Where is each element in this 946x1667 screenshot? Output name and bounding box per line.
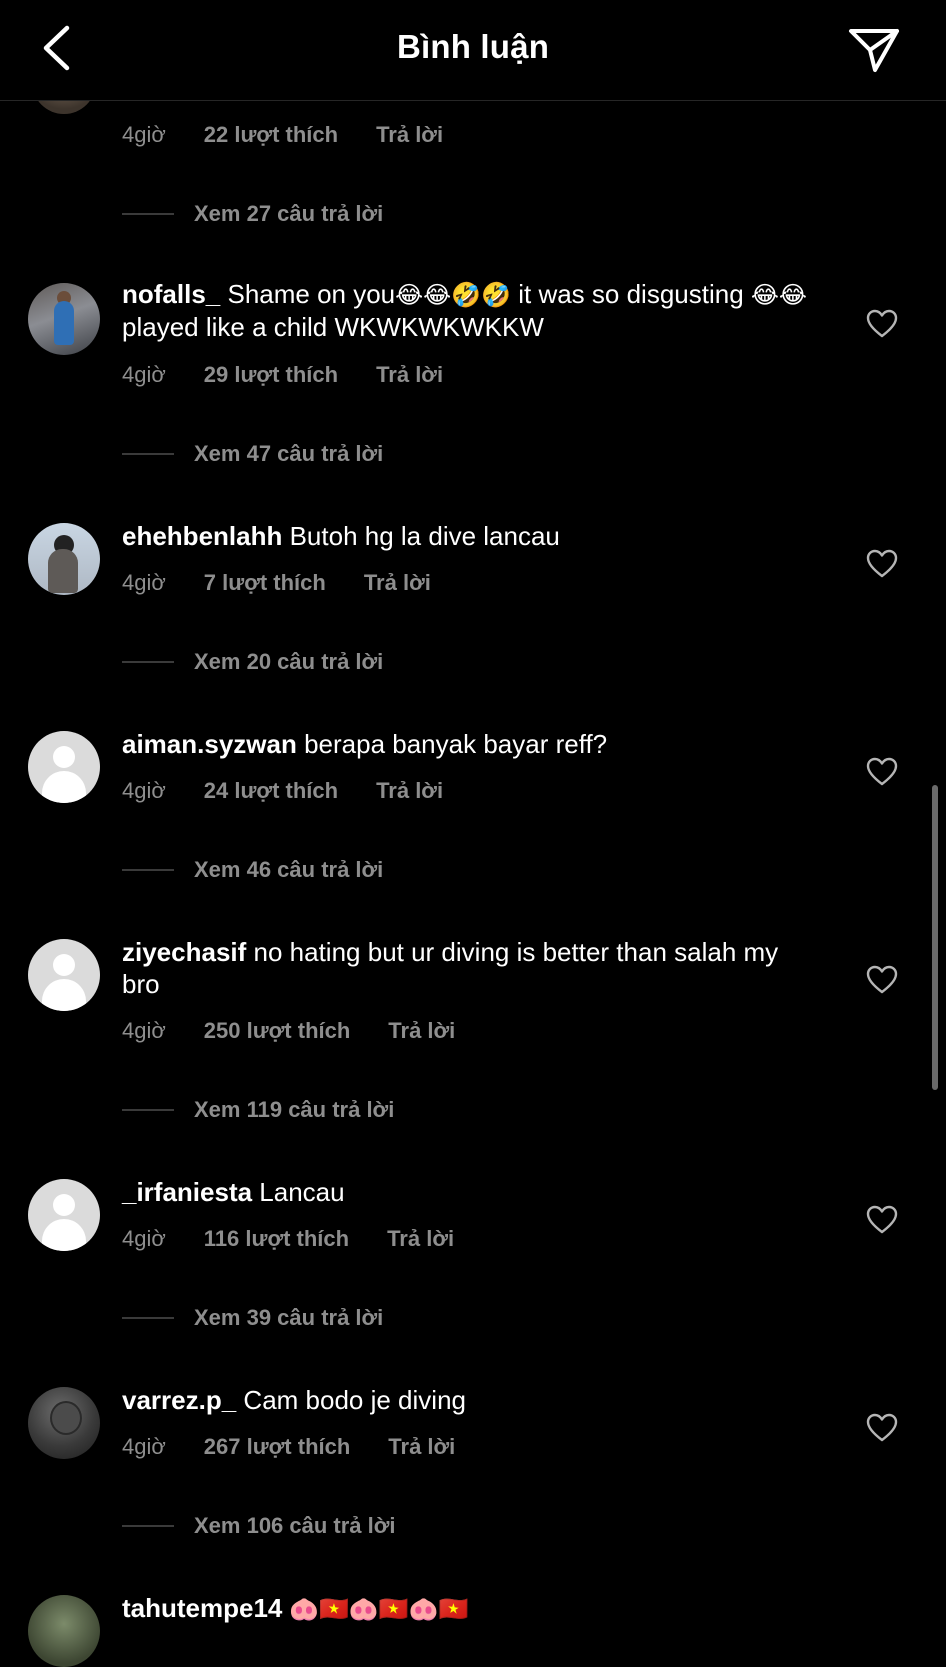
comment-time: 4giờ xyxy=(122,778,166,803)
view-replies-label: Xem 20 câu trả lời xyxy=(194,649,384,674)
emoji: 🐽🇻🇳🐽🇻🇳🐽🇻🇳 xyxy=(282,1596,469,1623)
heart-icon[interactable] xyxy=(866,965,898,995)
avatar[interactable] xyxy=(28,283,100,355)
avatar[interactable] xyxy=(28,1595,100,1667)
like-count[interactable]: 116 lượt thích xyxy=(204,1226,349,1252)
comment-time: 4giờ xyxy=(122,1434,166,1459)
username[interactable]: ziyechasif xyxy=(122,937,246,967)
comment-body: it was so disgusting xyxy=(511,279,751,309)
like-count[interactable]: 29 lượt thích xyxy=(204,362,338,388)
comment-meta: 4giờ 250 lượt thích Trả lời xyxy=(122,1018,455,1044)
divider-line xyxy=(122,869,174,871)
username[interactable]: nofalls_ xyxy=(122,279,220,309)
page-title: Bình luận xyxy=(396,28,550,65)
comment-meta: 4giờ 116 lượt thích Trả lời xyxy=(122,1226,454,1252)
reply-button[interactable]: Trả lời xyxy=(376,362,443,388)
divider-line xyxy=(122,661,174,663)
view-replies-label: Xem 47 câu trả lời xyxy=(194,441,384,466)
reply-button[interactable]: Trả lời xyxy=(388,1434,455,1460)
username[interactable]: ehehbenlahh xyxy=(122,521,282,551)
comment-body: played like a child WKWKWKWKKW xyxy=(122,312,544,342)
like-count[interactable]: 250 lượt thích xyxy=(204,1018,351,1044)
like-count[interactable]: 22 lượt thích xyxy=(204,122,338,148)
reply-button[interactable]: Trả lời xyxy=(388,1018,455,1044)
view-replies-label: Xem 119 câu trả lời xyxy=(194,1097,395,1122)
avatar[interactable] xyxy=(28,1387,100,1459)
emoji: 😂😂 xyxy=(750,281,807,309)
comment-body: berapa banyak bayar reff? xyxy=(296,729,608,759)
heart-icon[interactable] xyxy=(866,1205,898,1235)
comment-meta: 4giờ 7 lượt thích Trả lời xyxy=(122,570,431,596)
username[interactable]: varrez.p_ xyxy=(122,1385,236,1415)
comment-text: ehehbenlahh Butoh hg la dive lancau xyxy=(122,520,812,552)
comment-text: tahutempe14 🐽🇻🇳🐽🇻🇳🐽🇻🇳 xyxy=(122,1592,812,1626)
comment-time: 4giờ xyxy=(122,1018,166,1043)
comment-body: Lancau xyxy=(252,1177,345,1207)
divider-line xyxy=(122,1525,174,1527)
reply-button[interactable]: Trả lời xyxy=(376,122,443,148)
reply-button[interactable]: Trả lời xyxy=(387,1226,454,1252)
view-replies-button[interactable]: Xem 46 câu trả lời xyxy=(122,857,383,883)
default-avatar-icon[interactable] xyxy=(28,731,100,803)
view-replies-button[interactable]: Xem 119 câu trả lời xyxy=(122,1097,394,1123)
divider-line xyxy=(122,1317,174,1319)
comment-meta: 4giờ 267 lượt thích Trả lời xyxy=(122,1434,455,1460)
comment-time: 4giờ xyxy=(122,570,166,595)
view-replies-button[interactable]: Xem 47 câu trả lời xyxy=(122,441,383,467)
heart-icon[interactable] xyxy=(866,549,898,579)
comment-body: Cam bodo je diving xyxy=(236,1385,466,1415)
comment-text: nofalls_ Shame on you😂😂🤣🤣 it was so disg… xyxy=(122,278,812,343)
view-replies-label: Xem 106 câu trả lời xyxy=(194,1513,396,1538)
view-replies-button[interactable]: Xem 39 câu trả lời xyxy=(122,1305,383,1331)
username[interactable]: tahutempe14 xyxy=(122,1593,282,1623)
heart-icon[interactable] xyxy=(866,309,898,339)
comment-body: Butoh hg la dive lancau xyxy=(282,521,560,551)
comment-meta: 4giờ 29 lượt thích Trả lời xyxy=(122,362,443,388)
avatar[interactable] xyxy=(28,523,100,595)
view-replies-label: Xem 27 câu trả lời xyxy=(194,201,384,226)
view-replies-button[interactable]: Xem 106 câu trả lời xyxy=(122,1513,396,1539)
comment-meta: 4giờ 24 lượt thích Trả lời xyxy=(122,778,443,804)
like-count[interactable]: 7 lượt thích xyxy=(204,570,326,596)
view-replies-button[interactable]: Xem 27 câu trả lời xyxy=(122,201,383,227)
reply-button[interactable]: Trả lời xyxy=(364,570,431,596)
comment-body: Shame on you xyxy=(220,279,396,309)
comment-meta: 4giờ 22 lượt thích Trả lời xyxy=(122,122,443,148)
view-replies-button[interactable]: Xem 20 câu trả lời xyxy=(122,649,383,675)
view-replies-label: Xem 39 câu trả lời xyxy=(194,1305,384,1330)
default-avatar-icon[interactable] xyxy=(28,1179,100,1251)
comment-time: 4giờ xyxy=(122,122,166,147)
reply-button[interactable]: Trả lời xyxy=(376,778,443,804)
comment-time: 4giờ xyxy=(122,362,166,387)
comment-text: _irfaniesta Lancau xyxy=(122,1176,812,1208)
comment-text: aiman.syzwan berapa banyak bayar reff? xyxy=(122,728,812,760)
heart-icon[interactable] xyxy=(866,1413,898,1443)
divider-line xyxy=(122,453,174,455)
scrollbar[interactable] xyxy=(932,785,938,1090)
view-replies-label: Xem 46 câu trả lời xyxy=(194,857,384,882)
paper-plane-icon xyxy=(849,29,899,72)
heart-icon[interactable] xyxy=(866,757,898,787)
header: Bình luận xyxy=(0,0,946,101)
like-count[interactable]: 24 lượt thích xyxy=(204,778,338,804)
share-button[interactable] xyxy=(846,22,902,78)
divider-line xyxy=(122,213,174,215)
comment-time: 4giờ xyxy=(122,1226,166,1251)
username[interactable]: _irfaniesta xyxy=(122,1177,252,1207)
comment-text: varrez.p_ Cam bodo je diving xyxy=(122,1384,812,1416)
divider-line xyxy=(122,1109,174,1111)
username[interactable]: aiman.syzwan xyxy=(122,729,297,759)
like-count[interactable]: 267 lượt thích xyxy=(204,1434,351,1460)
emoji: 😂😂🤣🤣 xyxy=(395,281,511,309)
default-avatar-icon[interactable] xyxy=(28,939,100,1011)
comment-text: ziyechasif no hating but ur diving is be… xyxy=(122,936,812,1000)
